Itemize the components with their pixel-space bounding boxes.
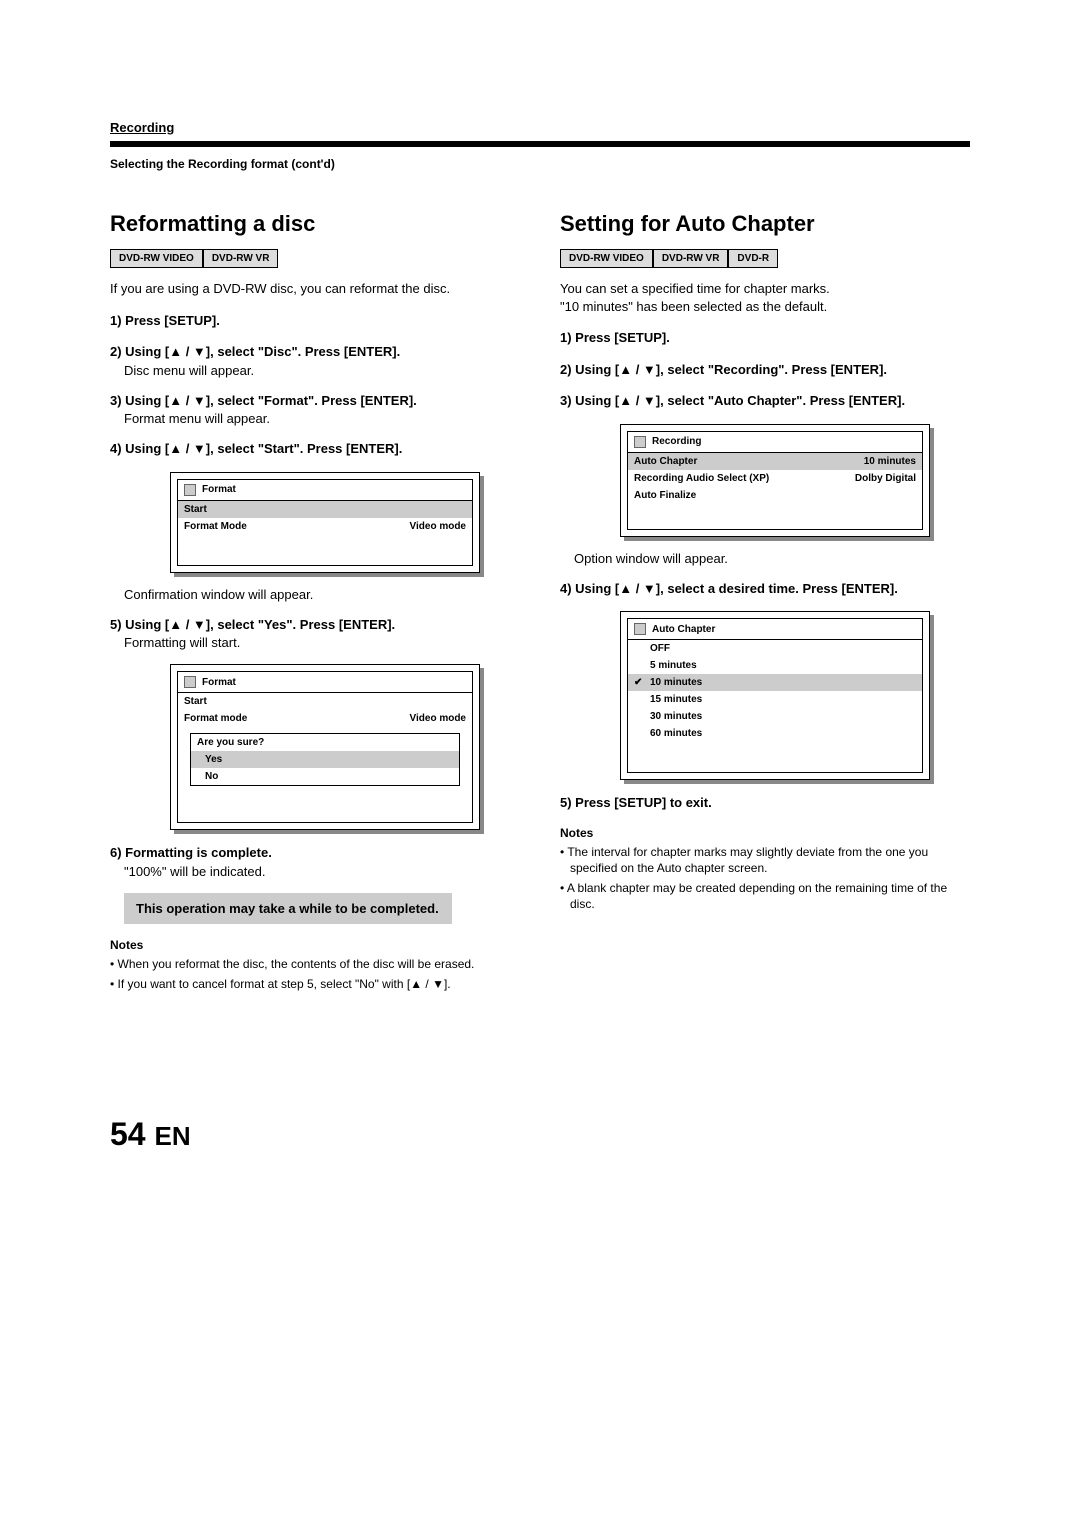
osd-row-label: Auto Finalize <box>634 490 696 501</box>
tag-dvd-rw-video: DVD-RW VIDEO <box>110 249 203 268</box>
note-item: • When you reformat the disc, the conten… <box>120 956 520 972</box>
osd-row-label: Recording Audio Select (XP) <box>634 473 769 484</box>
osd-row-value: 10 minutes <box>864 456 916 467</box>
osd-row-value: Video mode <box>410 521 467 532</box>
osd-option: OFF <box>628 640 922 657</box>
page-num-value: 54 <box>110 1116 146 1152</box>
left-step-5-note: Formatting will start. <box>124 635 520 650</box>
tag-dvd-rw-vr: DVD-RW VR <box>203 249 279 268</box>
osd-row: Start <box>184 504 207 515</box>
left-column: Reformatting a disc DVD-RW VIDEO DVD-RW … <box>110 211 520 996</box>
right-step-3: 3) Using [▲ / ▼], select "Auto Chapter".… <box>560 392 970 410</box>
left-step-1: 1) Press [SETUP]. <box>110 312 520 330</box>
osd-title: Format <box>202 677 236 688</box>
osd-recording: Recording Auto Chapter 10 minutes Record… <box>620 424 930 537</box>
section-header: Recording <box>110 120 970 135</box>
note-item: • If you want to cancel format at step 5… <box>120 976 520 992</box>
page-lang: EN <box>154 1121 190 1151</box>
notes-title: Notes <box>560 826 970 840</box>
osd-title: Format <box>202 484 236 495</box>
osd-title: Recording <box>652 436 701 447</box>
left-step-5: 5) Using [▲ / ▼], select "Yes". Press [E… <box>110 616 520 634</box>
tag-dvd-rw-video: DVD-RW VIDEO <box>560 249 653 268</box>
page-number: 54 EN <box>110 1116 970 1153</box>
right-step-4: 4) Using [▲ / ▼], select a desired time.… <box>560 580 970 598</box>
left-step-3-note: Format menu will appear. <box>124 411 520 426</box>
note-item: • The interval for chapter marks may sli… <box>570 844 970 876</box>
osd-option: 60 minutes <box>628 725 922 742</box>
right-tags: DVD-RW VIDEO DVD-RW VR DVD-R <box>560 249 970 268</box>
right-intro-2: "10 minutes" has been selected as the de… <box>560 298 970 316</box>
notes-title: Notes <box>110 938 520 952</box>
right-step-5: 5) Press [SETUP] to exit. <box>560 794 970 812</box>
osd-row-label: Format Mode <box>184 521 247 532</box>
left-title: Reformatting a disc <box>110 211 520 237</box>
osd-option: 5 minutes <box>628 657 922 674</box>
left-step-6-note: "100%" will be indicated. <box>124 864 520 879</box>
osd-sub-title: Are you sure? <box>191 734 459 751</box>
tag-dvd-r: DVD-R <box>728 249 778 268</box>
osd-option-selected: 10 minutes <box>628 674 922 691</box>
osd-row: Start <box>184 696 207 707</box>
osd-format-2: Format Start Format mode Video mode Are … <box>170 664 480 830</box>
left-step-3: 3) Using [▲ / ▼], select "Format". Press… <box>110 392 520 410</box>
osd-yes: Yes <box>191 751 459 768</box>
tag-dvd-rw-vr: DVD-RW VR <box>653 249 729 268</box>
tab-icon <box>184 484 196 496</box>
right-title: Setting for Auto Chapter <box>560 211 970 237</box>
left-step-4: 4) Using [▲ / ▼], select "Start". Press … <box>110 440 520 458</box>
tab-icon <box>184 676 196 688</box>
osd-auto-chapter: Auto Chapter OFF 5 minutes 10 minutes 15… <box>620 611 930 780</box>
subheader: Selecting the Recording format (cont'd) <box>110 157 970 171</box>
osd-format-1: Format Start Format Mode Video mode <box>170 472 480 573</box>
left-intro: If you are using a DVD-RW disc, you can … <box>110 280 520 298</box>
right-column: Setting for Auto Chapter DVD-RW VIDEO DV… <box>560 211 970 996</box>
osd-no: No <box>191 768 459 785</box>
right-intro-1: You can set a specified time for chapter… <box>560 280 970 298</box>
divider <box>110 141 970 147</box>
osd-option: 30 minutes <box>628 708 922 725</box>
osd-title: Auto Chapter <box>652 624 715 635</box>
osd-row-label: Format mode <box>184 713 247 724</box>
left-tags: DVD-RW VIDEO DVD-RW VR <box>110 249 520 268</box>
tab-icon <box>634 436 646 448</box>
note-item: • A blank chapter may be created dependi… <box>570 880 970 912</box>
left-step-6: 6) Formatting is complete. <box>110 844 520 862</box>
osd-row-value: Dolby Digital <box>855 473 916 484</box>
osd-option: 15 minutes <box>628 691 922 708</box>
left-step-2: 2) Using [▲ / ▼], select "Disc". Press [… <box>110 343 520 361</box>
osd-row-label: Auto Chapter <box>634 456 697 467</box>
right-step-2: 2) Using [▲ / ▼], select "Recording". Pr… <box>560 361 970 379</box>
right-step-3-note: Option window will appear. <box>574 551 970 566</box>
tab-icon <box>634 623 646 635</box>
osd-row-value: Video mode <box>410 713 467 724</box>
left-step-2-note: Disc menu will appear. <box>124 363 520 378</box>
callout-box: This operation may take a while to be co… <box>124 893 452 924</box>
right-step-1: 1) Press [SETUP]. <box>560 329 970 347</box>
left-step-4-note: Confirmation window will appear. <box>124 587 520 602</box>
